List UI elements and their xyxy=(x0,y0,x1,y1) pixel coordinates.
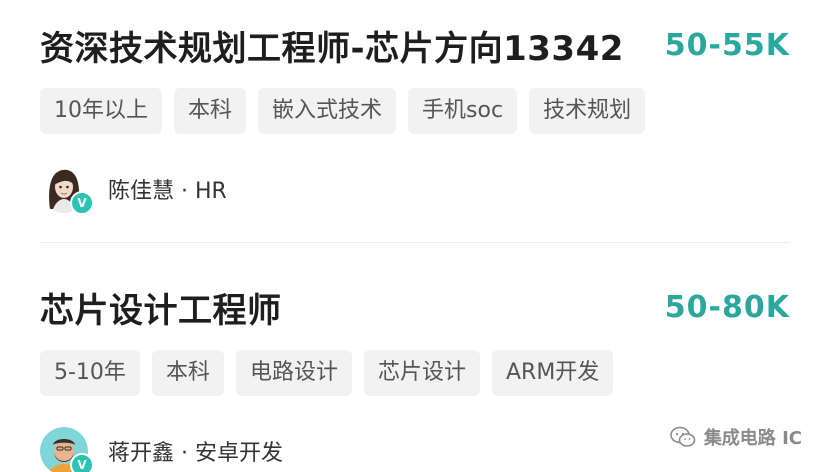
watermark-text: 集成电路 IC xyxy=(703,428,802,449)
verified-badge-icon: V xyxy=(70,453,94,472)
job-tag: 10年以上 xyxy=(40,88,162,134)
job-salary: 50-80K xyxy=(664,289,790,325)
job-tag: 芯片设计 xyxy=(363,350,480,396)
job-header: 芯片设计工程师 50-80K xyxy=(40,280,790,334)
avatar[interactable]: V xyxy=(40,165,94,215)
divider xyxy=(40,242,790,243)
job-tag: 嵌入式技术 xyxy=(258,88,397,134)
job-title: 资深技术规划工程师-芯片方向13342 xyxy=(40,28,624,69)
job-tag: 本科 xyxy=(174,88,247,134)
recruiter-name: 蒋开鑫 · 安卓开发 xyxy=(108,441,283,466)
avatar[interactable]: V xyxy=(40,427,94,472)
verified-badge-icon: V xyxy=(70,191,94,215)
job-tag: 技术规划 xyxy=(529,88,646,134)
job-title: 芯片设计工程师 xyxy=(40,290,282,331)
recruiter-row[interactable]: V 陈佳慧 · HR xyxy=(40,164,790,215)
wechat-icon xyxy=(670,426,696,447)
job-header: 资深技术规划工程师-芯片方向13342 50-55K xyxy=(40,18,790,72)
job-tags: 5-10年 本科 电路设计 芯片设计 ARM开发 xyxy=(40,350,790,396)
job-tags: 10年以上 本科 嵌入式技术 手机soc 技术规划 xyxy=(40,88,790,134)
job-tag: 电路设计 xyxy=(235,350,352,396)
job-list: 资深技术规划工程师-芯片方向13342 50-55K 10年以上 本科 嵌入式技… xyxy=(0,0,828,472)
job-tag: 手机soc xyxy=(408,88,518,134)
job-tag: 5-10年 xyxy=(40,350,140,396)
job-tag: 本科 xyxy=(151,350,224,396)
watermark: 集成电路 IC xyxy=(670,424,802,450)
job-card[interactable]: 资深技术规划工程师-芯片方向13342 50-55K 10年以上 本科 嵌入式技… xyxy=(40,18,790,215)
job-tag: ARM开发 xyxy=(491,350,614,396)
recruiter-name: 陈佳慧 · HR xyxy=(108,179,227,204)
job-salary: 50-55K xyxy=(664,27,790,63)
